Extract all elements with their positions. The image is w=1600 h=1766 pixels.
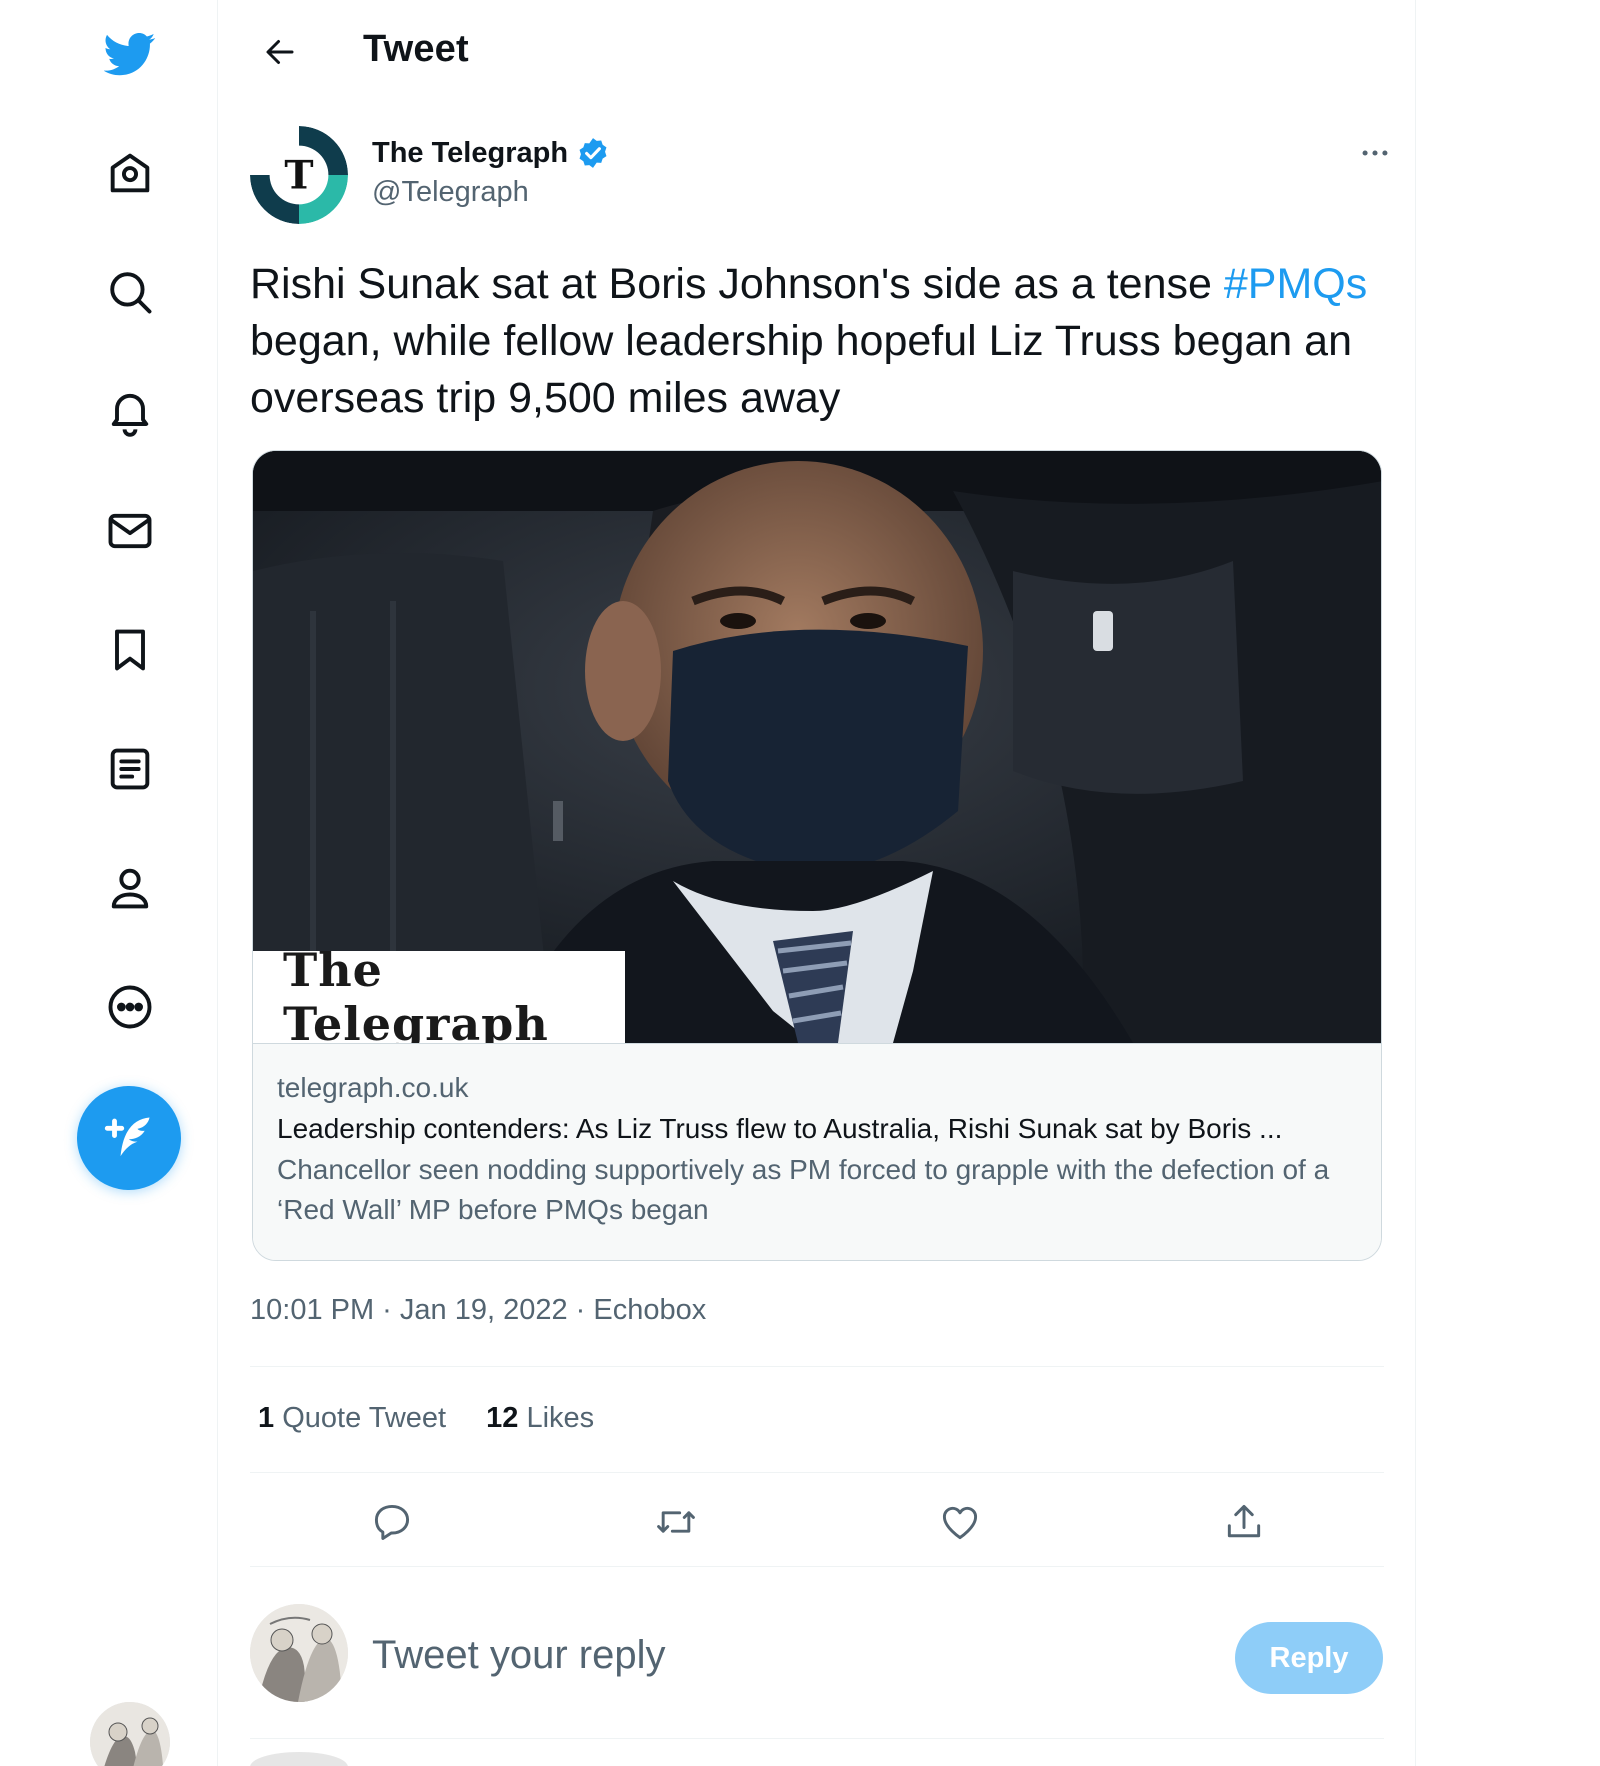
quote-label: Quote Tweet bbox=[282, 1402, 447, 1434]
nav-item-explore[interactable] bbox=[98, 260, 162, 324]
page: Tweet T The Telegraph @Telegraph Rishi S… bbox=[0, 0, 1600, 1766]
nav-item-lists[interactable] bbox=[98, 737, 162, 801]
verified-badge-icon bbox=[579, 138, 607, 168]
bookmark-icon bbox=[115, 629, 145, 671]
quote-tweets-stat[interactable]: 1 Quote Tweet bbox=[258, 1402, 446, 1435]
account-avatar[interactable] bbox=[90, 1702, 170, 1766]
like-icon bbox=[942, 1506, 978, 1540]
author-handle[interactable]: @Telegraph bbox=[372, 176, 529, 209]
nav-item-messages[interactable] bbox=[98, 499, 162, 563]
author-avatar[interactable]: T bbox=[250, 126, 348, 224]
reply-input[interactable] bbox=[372, 1630, 1072, 1680]
tweet-text: Rishi Sunak sat at Boris Johnson's side … bbox=[250, 256, 1390, 427]
divider bbox=[250, 1366, 1384, 1367]
hashtag-link[interactable]: #PMQs bbox=[1224, 260, 1367, 308]
back-button[interactable] bbox=[252, 24, 308, 80]
tweet-actions bbox=[250, 1478, 1384, 1564]
reply-button[interactable]: Reply bbox=[1235, 1622, 1383, 1694]
telegraph-wordmark-text: The Telegraph bbox=[283, 943, 549, 1043]
divider bbox=[250, 1738, 1384, 1739]
retweet-action-button[interactable] bbox=[646, 1492, 706, 1552]
tweet-more-button[interactable] bbox=[1350, 136, 1400, 170]
compose-tweet-button[interactable] bbox=[77, 1086, 181, 1190]
mail-icon bbox=[108, 513, 152, 549]
likes-stat[interactable]: 12 Likes bbox=[486, 1402, 594, 1435]
like-action-button[interactable] bbox=[930, 1492, 990, 1552]
telegraph-wordmark: The Telegraph bbox=[253, 943, 625, 1043]
list-icon bbox=[110, 748, 150, 790]
bell-icon bbox=[111, 393, 149, 437]
main-column: Tweet T The Telegraph @Telegraph Rishi S… bbox=[218, 0, 1416, 1766]
twitter-logo-icon[interactable] bbox=[98, 22, 162, 86]
author-name-text: The Telegraph bbox=[372, 136, 569, 169]
reply-avatar[interactable] bbox=[250, 1604, 348, 1702]
share-action-button[interactable] bbox=[1214, 1492, 1274, 1552]
nav-item-profile[interactable] bbox=[98, 856, 162, 920]
link-card-body: telegraph.co.uk Leadership contenders: A… bbox=[253, 1043, 1381, 1260]
page-header: Tweet bbox=[218, 0, 1416, 106]
divider bbox=[250, 1566, 1384, 1567]
nav-item-home[interactable] bbox=[98, 141, 162, 205]
next-reply-avatar[interactable] bbox=[250, 1752, 348, 1766]
link-card-image: The Telegraph bbox=[253, 451, 1381, 1043]
divider bbox=[250, 1472, 1384, 1473]
link-card[interactable]: The Telegraph telegraph.co.uk Leadership… bbox=[252, 450, 1382, 1261]
tweet-text-part: began, while fellow leadership hopeful L… bbox=[250, 317, 1353, 422]
reply-icon bbox=[374, 1504, 410, 1540]
tweet-timestamp[interactable]: 10:01 PM · Jan 19, 2022 · Echobox bbox=[250, 1294, 706, 1327]
link-card-title: Leadership contenders: As Liz Truss flew… bbox=[277, 1113, 1283, 1144]
like-count: 12 bbox=[486, 1402, 519, 1434]
tweet-text-part: Rishi Sunak sat at Boris Johnson's side … bbox=[250, 260, 1224, 308]
left-nav bbox=[0, 0, 218, 1766]
compose-feather-icon bbox=[104, 1117, 150, 1157]
person-icon bbox=[111, 868, 149, 909]
link-card-description: Chancellor seen nodding supportively as … bbox=[277, 1154, 1330, 1225]
svg-text:T: T bbox=[284, 153, 313, 199]
more-circle-icon bbox=[108, 985, 152, 1029]
more-horizontal-icon bbox=[1362, 150, 1388, 156]
nav-item-bookmarks[interactable] bbox=[98, 618, 162, 682]
page-title: Tweet bbox=[363, 28, 469, 70]
tweet-stats: 1 Quote Tweet 12 Likes bbox=[258, 1402, 594, 1435]
link-card-domain: telegraph.co.uk bbox=[277, 1072, 469, 1103]
home-icon bbox=[110, 153, 150, 193]
reply-action-button[interactable] bbox=[362, 1492, 422, 1552]
arrow-left-icon bbox=[266, 40, 294, 64]
like-label: Likes bbox=[526, 1402, 595, 1434]
share-icon bbox=[1227, 1504, 1261, 1538]
author-name[interactable]: The Telegraph bbox=[372, 136, 610, 170]
nav-item-more[interactable] bbox=[98, 975, 162, 1039]
nav-item-notifications[interactable] bbox=[98, 379, 162, 443]
retweet-icon bbox=[657, 1511, 695, 1533]
quote-count: 1 bbox=[258, 1402, 275, 1434]
search-icon bbox=[110, 272, 152, 314]
